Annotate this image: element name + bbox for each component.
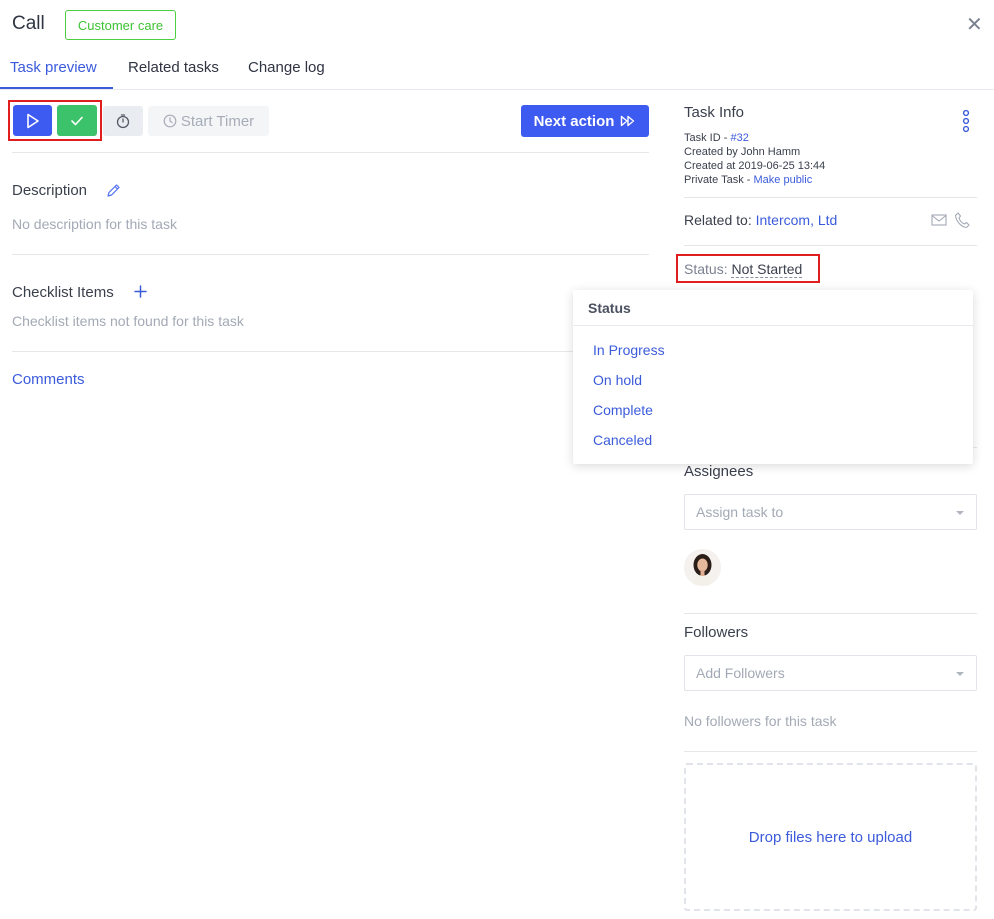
assignees-divider: [684, 613, 977, 614]
more-options-icon[interactable]: [961, 109, 971, 138]
assignee-avatar[interactable]: [684, 549, 721, 586]
file-dropzone[interactable]: Drop files here to upload: [684, 763, 977, 911]
fast-forward-icon: [621, 115, 635, 127]
tabs-divider: [0, 89, 994, 90]
followers-select[interactable]: Add Followers: [684, 655, 977, 691]
task-info-title: Task Info: [684, 104, 745, 121]
created-at: Created at 2019-06-25 13:44: [684, 160, 826, 172]
followers-title: Followers: [684, 624, 749, 641]
task-id-line: Task ID - #32: [684, 131, 749, 145]
assignees-select[interactable]: Assign task to: [684, 494, 977, 530]
status-trigger[interactable]: Status: Not Started: [684, 261, 803, 278]
start-timer-button[interactable]: Start Timer: [148, 106, 269, 136]
check-icon: [71, 116, 83, 125]
private-task-label: Private Task -: [684, 174, 754, 186]
mail-icon[interactable]: [931, 213, 947, 232]
status-option-on-hold[interactable]: On hold: [593, 372, 642, 388]
status-dropdown-header: Status: [588, 300, 631, 316]
start-timer-label: Start Timer: [180, 112, 255, 130]
status-option-canceled[interactable]: Canceled: [593, 432, 652, 448]
edit-description-icon[interactable]: [106, 183, 121, 203]
assignees-title: Assignees: [684, 463, 754, 480]
play-icon: [26, 113, 39, 128]
status-value[interactable]: Not Started: [731, 261, 803, 278]
checklist-title: Checklist Items: [12, 284, 114, 301]
active-tab-indicator: [0, 87, 113, 89]
next-action-label: Next action: [533, 112, 615, 130]
task-id-label: Task ID -: [684, 132, 731, 144]
assignees-placeholder: Assign task to: [696, 504, 784, 520]
description-empty-text: No description for this task: [12, 216, 177, 232]
tab-change-log[interactable]: Change log: [248, 59, 325, 76]
privacy-line: Private Task - Make public: [684, 173, 812, 187]
description-divider: [12, 254, 649, 255]
status-dropdown: Status In Progress On hold Complete Canc…: [573, 290, 973, 464]
task-info-divider: [684, 197, 977, 198]
related-divider: [684, 245, 977, 246]
related-link[interactable]: Intercom, Ltd: [756, 212, 838, 228]
checklist-divider: [12, 351, 649, 352]
related-line: Related to: Intercom, Ltd: [684, 212, 837, 228]
status-option-complete[interactable]: Complete: [593, 402, 653, 418]
created-by: Created by John Hamm: [684, 146, 801, 158]
followers-empty-text: No followers for this task: [684, 713, 837, 729]
dropzone-label: Drop files here to upload: [748, 828, 913, 846]
start-task-button[interactable]: [13, 105, 52, 136]
toolbar-divider: [12, 152, 649, 153]
complete-task-button[interactable]: [57, 105, 97, 136]
status-option-in-progress[interactable]: In Progress: [593, 342, 665, 358]
chevron-down-icon: [956, 511, 964, 515]
stopwatch-icon: [116, 114, 130, 129]
task-id-link[interactable]: #32: [730, 132, 748, 144]
add-checklist-icon[interactable]: [134, 285, 147, 303]
status-label: Status:: [684, 261, 732, 277]
clock-icon: [163, 114, 177, 128]
make-public-link[interactable]: Make public: [754, 174, 813, 186]
followers-divider: [684, 751, 977, 752]
description-title: Description: [12, 182, 88, 199]
related-label: Related to:: [684, 212, 756, 228]
category-badge: Customer care: [65, 10, 176, 40]
status-dropdown-divider: [573, 325, 973, 326]
phone-icon[interactable]: [954, 211, 970, 234]
stopwatch-button[interactable]: [103, 106, 143, 136]
followers-placeholder: Add Followers: [696, 665, 785, 681]
next-action-button[interactable]: Next action: [521, 105, 649, 137]
tab-related-tasks[interactable]: Related tasks: [128, 59, 219, 76]
tab-task-preview[interactable]: Task preview: [10, 59, 97, 76]
close-icon[interactable]: ✕: [966, 12, 983, 37]
comments-link[interactable]: Comments: [12, 371, 85, 388]
task-title: Call: [12, 13, 45, 34]
checklist-empty-text: Checklist items not found for this task: [12, 313, 244, 329]
chevron-down-icon: [956, 672, 964, 676]
